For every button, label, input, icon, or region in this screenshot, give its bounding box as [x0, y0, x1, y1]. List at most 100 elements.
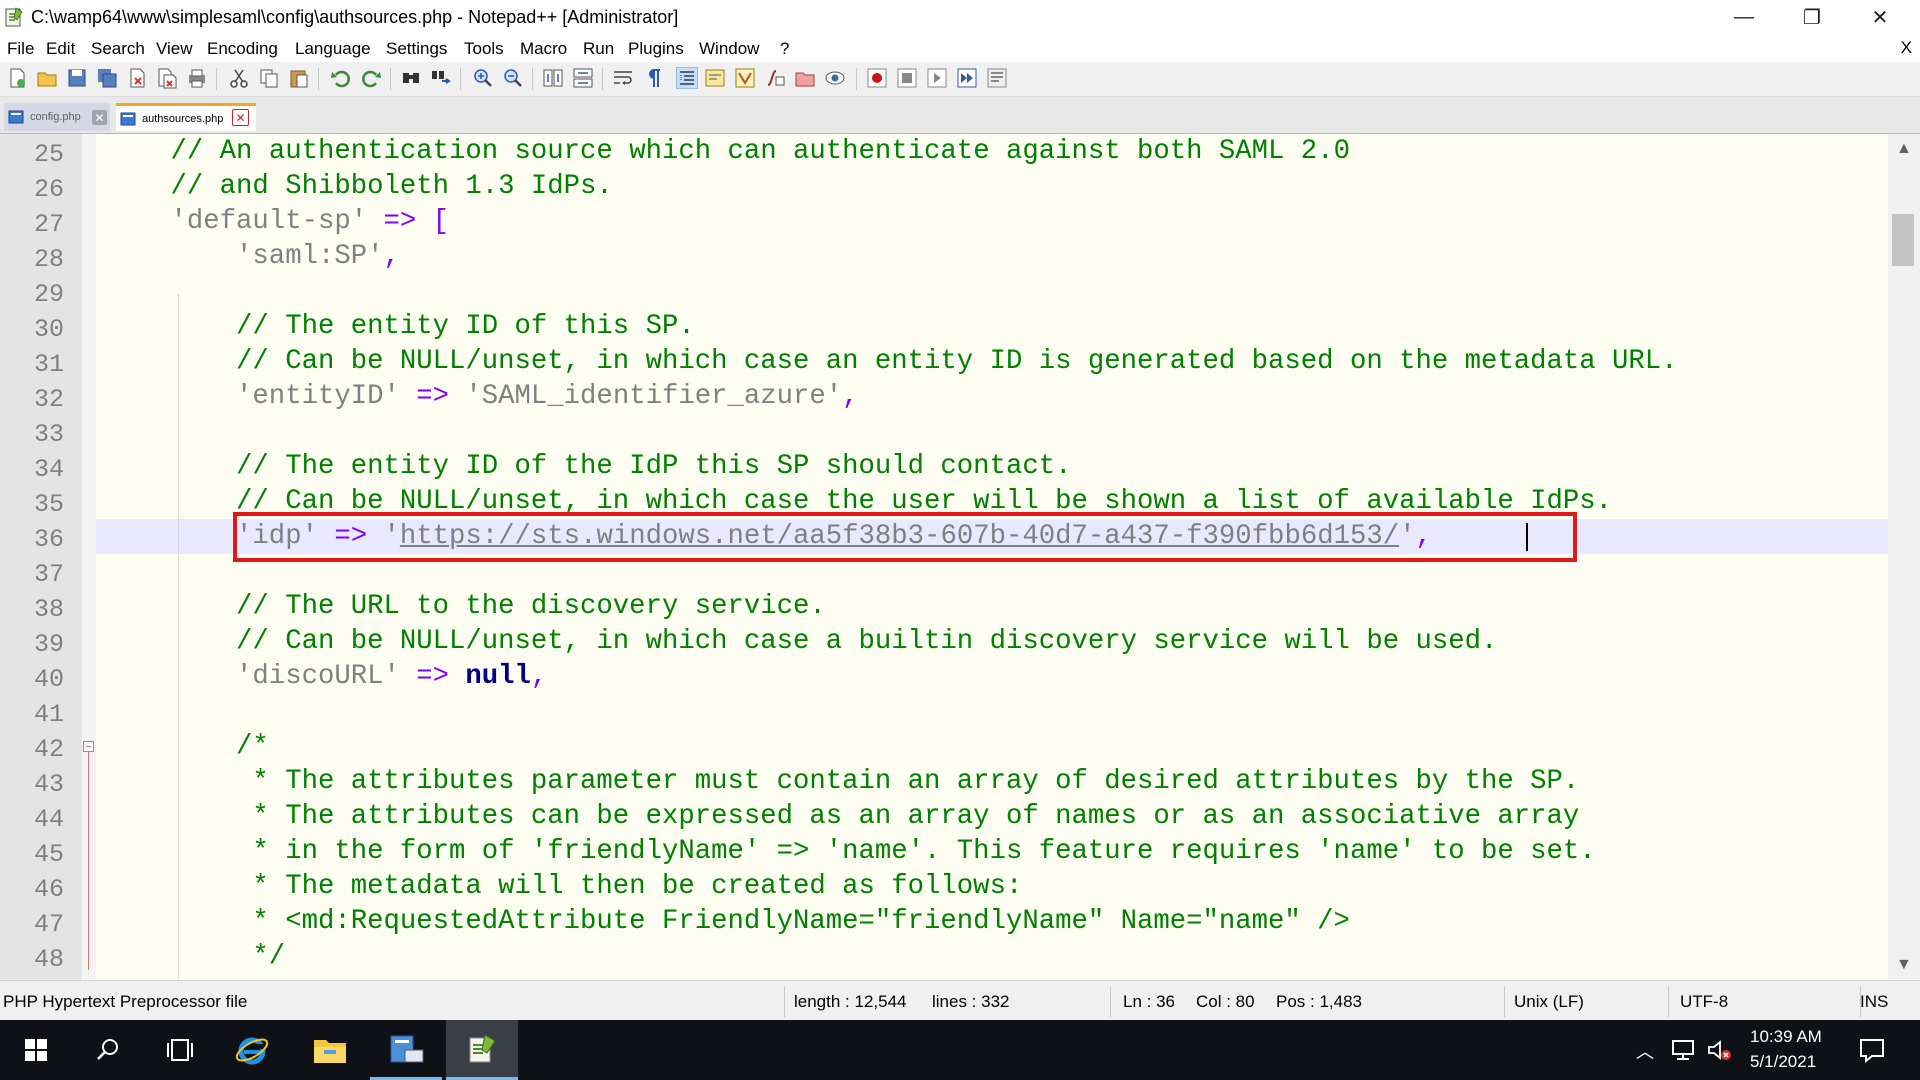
code-line-26: // and Shibboleth 1.3 IdPs.	[170, 171, 613, 202]
menu-settings[interactable]: Settings	[386, 39, 447, 59]
run-macro-multiple-icon[interactable]	[956, 67, 978, 89]
line-number: 33	[33, 420, 64, 449]
code-line-47: * <md:RequestedAttribute FriendlyName="f…	[236, 906, 1350, 937]
fold-margin[interactable]	[82, 134, 96, 980]
print-icon[interactable]	[186, 67, 208, 89]
file-icon	[8, 110, 24, 124]
line-number: 25	[33, 140, 64, 169]
menu-macro[interactable]: Macro	[520, 39, 567, 59]
menu-window[interactable]: Window	[699, 39, 759, 59]
line-number: 38	[33, 595, 64, 624]
monitoring-icon[interactable]	[824, 67, 846, 89]
zoom-out-icon[interactable]	[502, 67, 524, 89]
menu-encoding[interactable]: Encoding	[207, 39, 278, 59]
taskbar-server-manager[interactable]	[370, 1020, 442, 1080]
undo-icon[interactable]	[330, 67, 352, 89]
close-file-icon[interactable]	[126, 67, 148, 89]
menu-help[interactable]: ?	[780, 39, 789, 59]
fold-toggle-icon[interactable]	[83, 741, 94, 752]
open-file-icon[interactable]	[36, 67, 58, 89]
menu-tools[interactable]: Tools	[464, 39, 504, 59]
save-all-icon[interactable]	[96, 67, 118, 89]
redo-icon[interactable]	[360, 67, 382, 89]
tab-bar: config.php ✕ authsources.php ✕	[0, 97, 1920, 134]
save-icon[interactable]	[66, 67, 88, 89]
status-eol-format[interactable]: Unix (LF)	[1514, 992, 1584, 1012]
code-editor[interactable]: 25 26 27 28 29 30 31 32 33 34 35 36 37 3…	[0, 134, 1920, 980]
indent-guide-icon[interactable]	[676, 67, 698, 89]
taskbar-notepad-plus-plus[interactable]	[446, 1020, 518, 1080]
minimize-button[interactable]: —	[1710, 0, 1778, 34]
user-defined-language-icon[interactable]	[704, 67, 726, 89]
close-document-button[interactable]: X	[1901, 38, 1912, 58]
word-wrap-icon[interactable]	[612, 67, 634, 89]
paste-icon[interactable]	[288, 67, 310, 89]
menu-language[interactable]: Language	[295, 39, 371, 59]
save-macro-icon[interactable]	[986, 67, 1008, 89]
taskbar-internet-explorer[interactable]	[216, 1020, 288, 1080]
find-icon[interactable]	[400, 67, 422, 89]
status-insert-mode[interactable]: INS	[1860, 992, 1888, 1012]
show-hidden-icons-chevron[interactable]: ︿	[1636, 1038, 1654, 1064]
taskbar-file-explorer[interactable]	[294, 1020, 366, 1080]
start-recording-icon[interactable]	[866, 67, 888, 89]
line-number: 28	[33, 245, 64, 274]
folder-as-workspace-icon[interactable]	[794, 67, 816, 89]
status-separator	[784, 987, 785, 1017]
status-position: Pos : 1,483	[1276, 992, 1363, 1011]
document-map-icon[interactable]	[734, 67, 756, 89]
close-tab-icon[interactable]: ✕	[92, 110, 107, 125]
action-center-icon[interactable]	[1858, 1036, 1886, 1064]
volume-muted-icon[interactable]	[1706, 1038, 1732, 1062]
task-view-button[interactable]	[144, 1020, 216, 1080]
line-number: 30	[33, 315, 64, 344]
sync-vertical-scroll-icon[interactable]	[542, 67, 564, 89]
status-separator	[1668, 987, 1669, 1017]
show-all-characters-icon[interactable]	[642, 67, 664, 89]
menu-file[interactable]: File	[7, 39, 34, 59]
code-line-27: 'default-sp' => [	[170, 206, 450, 237]
task-view-icon	[167, 1039, 193, 1061]
code-line-42: /*	[236, 731, 269, 762]
scroll-thumb[interactable]	[1892, 214, 1914, 266]
line-number: 35	[33, 490, 64, 519]
close-window-button[interactable]: ✕	[1846, 0, 1914, 34]
replace-icon[interactable]	[430, 67, 452, 89]
toolbar-separator	[216, 68, 217, 90]
line-number: 27	[33, 210, 64, 239]
clock-date[interactable]: 5/1/2021	[1750, 1052, 1816, 1072]
menu-edit[interactable]: Edit	[46, 39, 75, 59]
playback-icon[interactable]	[926, 67, 948, 89]
menu-run[interactable]: Run	[583, 39, 614, 59]
menu-plugins[interactable]: Plugins	[628, 39, 684, 59]
scroll-up-icon[interactable]: ▲	[1896, 140, 1912, 158]
line-number: 29	[33, 280, 64, 309]
vertical-scrollbar[interactable]: ▲ ▼	[1888, 134, 1920, 980]
network-icon[interactable]	[1670, 1038, 1696, 1062]
menu-search[interactable]: Search	[91, 39, 145, 59]
copy-icon[interactable]	[258, 67, 280, 89]
restore-button[interactable]: ❐	[1778, 0, 1846, 34]
stop-recording-icon[interactable]	[896, 67, 918, 89]
new-file-icon[interactable]	[6, 67, 28, 89]
line-number: 26	[33, 175, 64, 204]
close-tab-icon[interactable]: ✕	[232, 109, 249, 126]
scroll-down-icon[interactable]: ▼	[1896, 956, 1912, 974]
code-line-45: * in the form of 'friendlyName' => 'name…	[236, 836, 1596, 867]
taskbar-search-button[interactable]	[72, 1020, 144, 1080]
status-encoding[interactable]: UTF-8	[1680, 992, 1728, 1012]
start-button[interactable]	[0, 1020, 72, 1080]
menu-view[interactable]: View	[156, 39, 193, 59]
cut-icon[interactable]	[228, 67, 250, 89]
fold-line	[88, 752, 89, 970]
toolbar-separator	[856, 68, 857, 90]
title-bar: C:\wamp64\www\simplesaml\config\authsour…	[0, 0, 1920, 34]
line-number: 41	[33, 700, 64, 729]
sync-horizontal-scroll-icon[interactable]	[572, 67, 594, 89]
clock-time[interactable]: 10:39 AM	[1750, 1027, 1822, 1047]
line-number: 48	[33, 945, 64, 974]
code-line-28: 'saml:SP',	[236, 241, 400, 272]
function-list-icon[interactable]	[764, 67, 786, 89]
zoom-in-icon[interactable]	[472, 67, 494, 89]
close-all-icon[interactable]	[156, 67, 178, 89]
